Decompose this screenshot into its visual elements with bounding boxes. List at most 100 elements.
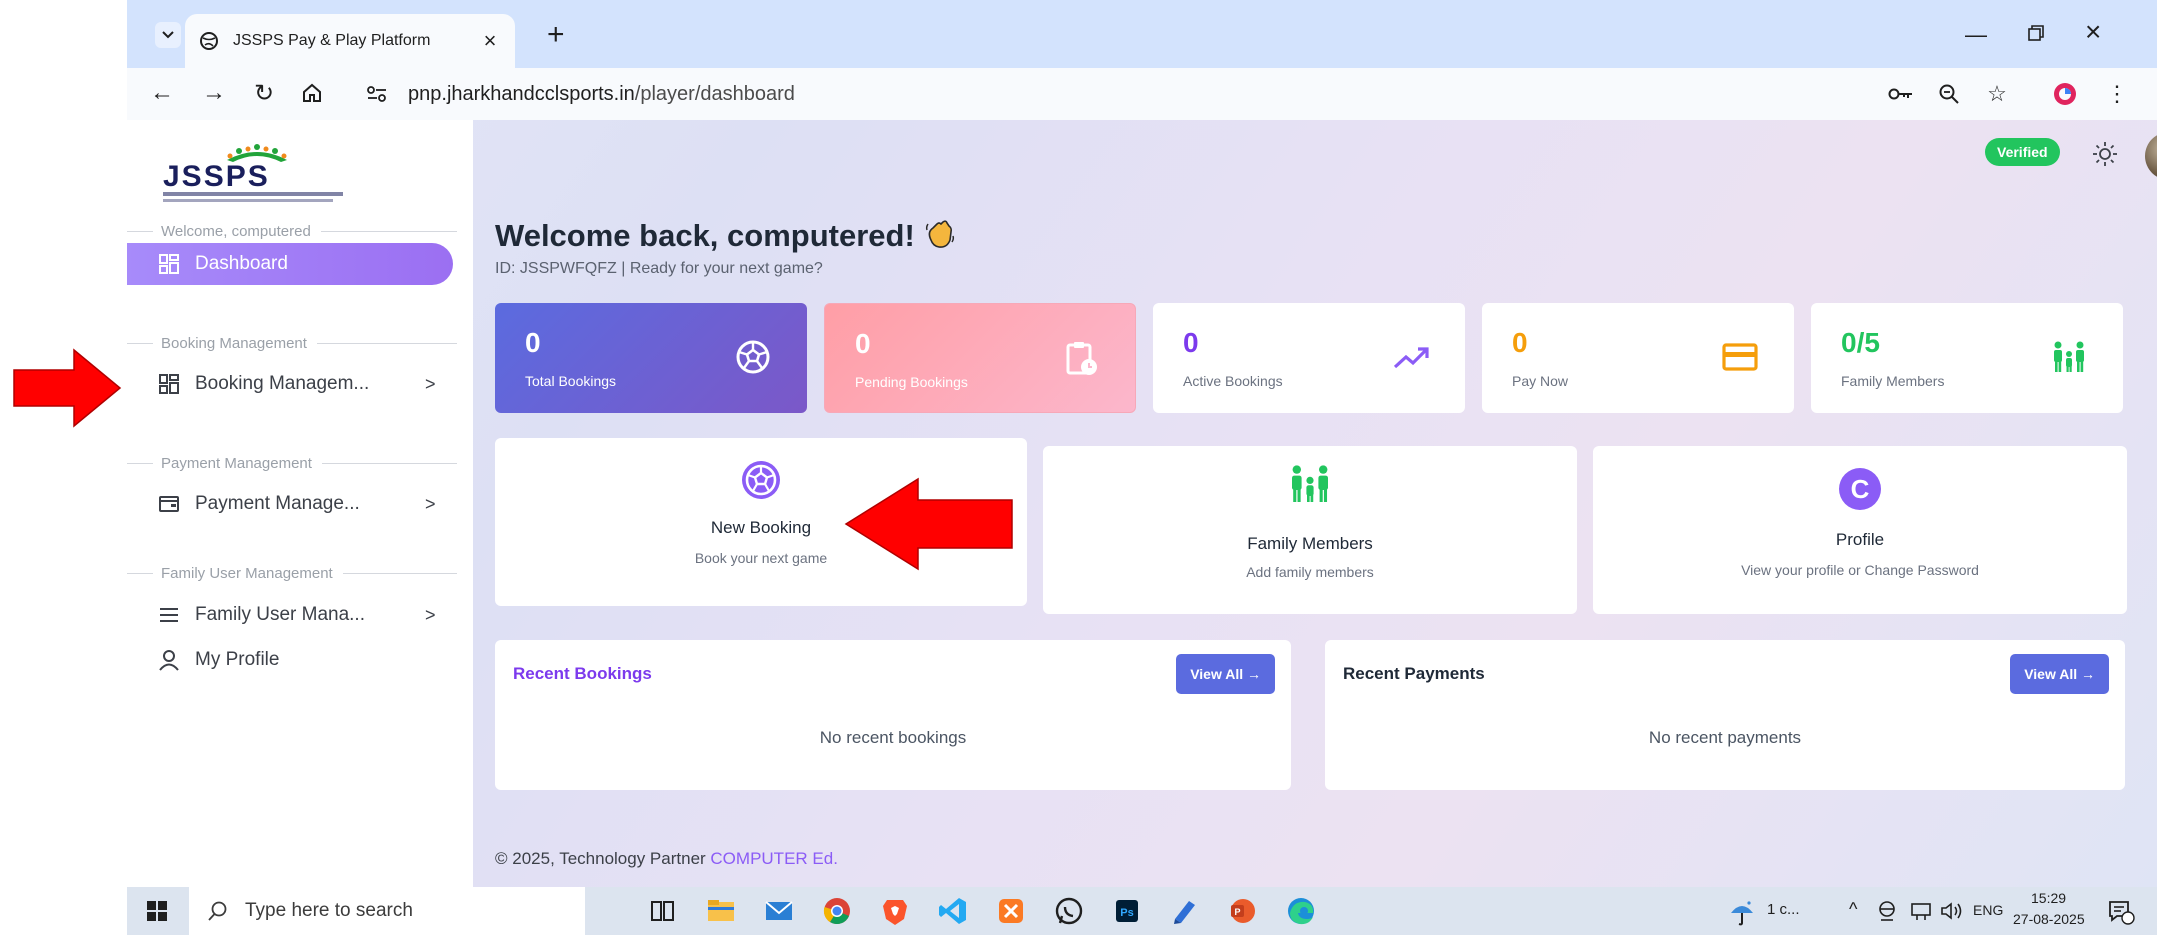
- edge-icon[interactable]: [1285, 895, 1317, 927]
- notification-center-icon[interactable]: [2107, 899, 2135, 925]
- task-view-icon[interactable]: [647, 895, 679, 927]
- svg-text:Ps: Ps: [1120, 907, 1133, 919]
- close-window-button[interactable]: ×: [2085, 16, 2101, 48]
- extension-icon[interactable]: [2051, 80, 2079, 108]
- paint-icon[interactable]: [1169, 895, 1201, 927]
- tray-chevron-up-icon[interactable]: ^: [1849, 899, 1857, 920]
- user-avatar[interactable]: [2145, 132, 2157, 180]
- site-settings-icon[interactable]: [364, 81, 390, 107]
- chevron-down-icon: [162, 31, 174, 39]
- view-all-payments-button[interactable]: View All →: [2010, 654, 2109, 694]
- xampp-icon[interactable]: [995, 895, 1027, 927]
- credit-card-icon: [1722, 343, 1758, 371]
- main-content: Verified Welcome back, computered! ID: J…: [473, 120, 2157, 887]
- annotation-arrow-sidebar: [13, 348, 122, 428]
- tab-close-icon[interactable]: ×: [479, 28, 501, 54]
- sidebar-item-my-profile[interactable]: My Profile: [127, 639, 457, 681]
- section-label-family: Family User Management: [127, 563, 473, 583]
- football-icon: [742, 461, 780, 499]
- family-icon: [2054, 341, 2084, 372]
- clock-time: 15:29: [2031, 890, 2067, 906]
- language-indicator[interactable]: ENG: [1973, 902, 2003, 918]
- bookmark-star-icon[interactable]: ☆: [1983, 80, 2011, 108]
- grid-icon: [157, 372, 181, 396]
- recent-payments-panel: Recent Payments View All → No recent pay…: [1325, 640, 2125, 790]
- view-all-bookings-button[interactable]: View All →: [1176, 654, 1275, 694]
- weather-rain-icon[interactable]: [1727, 897, 1757, 927]
- windows-logo-icon: [147, 901, 167, 921]
- windows-taskbar: Type here to search Ps P 1 c... ^ ENG 15…: [127, 887, 2157, 935]
- recent-bookings-panel: Recent Bookings View All → No recent boo…: [495, 640, 1291, 790]
- powerpoint-icon[interactable]: P: [1227, 895, 1259, 927]
- browser-menu-icon[interactable]: ⋮: [2103, 80, 2131, 108]
- stat-card-total-bookings[interactable]: 0 Total Bookings: [495, 303, 807, 413]
- file-explorer-icon[interactable]: [705, 895, 737, 927]
- welcome-title: Welcome back, computered!: [495, 216, 957, 254]
- section-label-payment: Payment Management: [127, 453, 473, 473]
- chevron-right-icon: >: [425, 493, 436, 514]
- weather-text: 1 c...: [1767, 901, 1800, 918]
- stat-card-family-members[interactable]: 0/5 Family Members: [1811, 303, 2123, 413]
- stat-card-pending-bookings[interactable]: 0 Pending Bookings: [824, 303, 1136, 413]
- home-icon[interactable]: [297, 78, 327, 108]
- user-icon: [157, 648, 181, 672]
- football-icon: [736, 340, 770, 374]
- verified-badge: Verified: [1985, 138, 2060, 166]
- browser-tab[interactable]: JSSPS Pay & Play Platform ×: [185, 14, 515, 68]
- chrome-icon[interactable]: [821, 895, 853, 927]
- family-icon: [1292, 465, 1328, 502]
- waving-hand-icon: [925, 220, 954, 248]
- search-icon: [208, 901, 227, 921]
- mail-icon[interactable]: [763, 895, 795, 927]
- zoom-icon[interactable]: [1935, 80, 1963, 108]
- profile-card[interactable]: C Profile View your profile or Change Pa…: [1593, 446, 2127, 614]
- reload-icon[interactable]: ↻: [249, 78, 279, 108]
- sidebar-item-payment-management[interactable]: Payment Manage... >: [127, 483, 457, 525]
- ethernet-icon[interactable]: [1909, 899, 1933, 923]
- windows-start-button[interactable]: [127, 887, 187, 935]
- player-id-subline: ID: JSSPWFQFZ | Ready for your next game…: [495, 260, 823, 277]
- page-viewport: JSSPS Welcome, computered Dashboard Book…: [127, 120, 2157, 887]
- chevron-right-icon: >: [425, 373, 436, 394]
- page-footer: © 2025, Technology Partner COMPUTER Ed.: [495, 849, 838, 868]
- forward-icon[interactable]: →: [199, 78, 229, 108]
- photoshop-icon[interactable]: Ps: [1111, 895, 1143, 927]
- family-members-card[interactable]: Family Members Add family members: [1043, 446, 1577, 614]
- chevron-right-icon: >: [425, 604, 436, 625]
- restore-button[interactable]: [2025, 22, 2047, 44]
- clock-date: 27-08-2025: [2013, 911, 2085, 927]
- sidebar: JSSPS Welcome, computered Dashboard Book…: [127, 120, 473, 887]
- tab-search-button[interactable]: [155, 22, 181, 48]
- address-bar[interactable]: pnp.jharkhandcclsports.in/player/dashboa…: [352, 72, 2052, 116]
- sidebar-item-dashboard[interactable]: Dashboard: [127, 243, 453, 285]
- new-tab-button[interactable]: +: [547, 18, 565, 52]
- speaker-volume-icon[interactable]: [1939, 899, 1965, 923]
- whatsapp-icon[interactable]: [1053, 895, 1085, 927]
- url-text: pnp.jharkhandcclsports.in/player/dashboa…: [408, 82, 795, 105]
- sidebar-item-family-user-management[interactable]: Family User Mana... >: [127, 594, 457, 636]
- network-status-icon[interactable]: [1875, 899, 1899, 923]
- annotation-arrow-new-booking: [844, 477, 1013, 571]
- screenshot-root: JSSPS Pay & Play Platform × + — × ← → ↻: [0, 0, 2157, 935]
- tab-title: JSSPS Pay & Play Platform: [233, 32, 431, 49]
- tab-strip: JSSPS Pay & Play Platform × + — ×: [127, 0, 2157, 76]
- stat-card-active-bookings[interactable]: 0 Active Bookings: [1153, 303, 1465, 413]
- vscode-icon[interactable]: [937, 895, 969, 927]
- brave-icon[interactable]: [879, 895, 911, 927]
- theme-toggle-sun-icon[interactable]: [2091, 140, 2119, 168]
- password-key-icon[interactable]: [1887, 80, 1915, 108]
- profile-avatar-icon: C: [1839, 468, 1881, 510]
- minimize-button[interactable]: —: [1965, 22, 1987, 48]
- clipboard-clock-icon: [1066, 342, 1097, 375]
- menu-lines-icon: [157, 603, 181, 627]
- footer-brand-link[interactable]: COMPUTER Ed.: [710, 849, 838, 868]
- taskbar-search-box[interactable]: Type here to search: [189, 887, 585, 935]
- sidebar-item-booking-management[interactable]: Booking Managem... >: [127, 363, 457, 405]
- dashboard-grid-icon: [157, 252, 181, 276]
- wallet-icon: [157, 492, 181, 516]
- svg-text:C: C: [1851, 474, 1870, 504]
- browser-toolbar: ← → ↻ pnp.jharkhandcclsports.in/player/d…: [127, 68, 2157, 120]
- globe-icon: [200, 32, 218, 50]
- stat-card-pay-now[interactable]: 0 Pay Now: [1482, 303, 1794, 413]
- back-icon[interactable]: ←: [147, 78, 177, 108]
